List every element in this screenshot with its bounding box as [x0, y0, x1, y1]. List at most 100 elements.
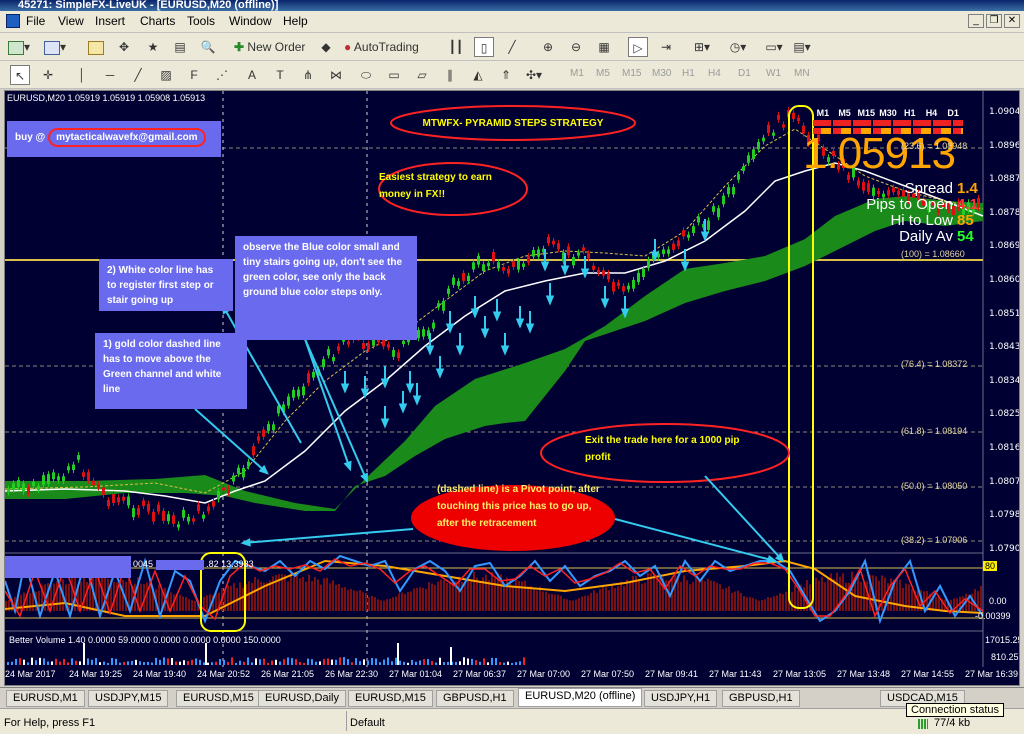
trendline-icon[interactable]: ╱	[128, 65, 148, 85]
oscillator-bar	[233, 583, 235, 611]
candle	[117, 497, 120, 503]
chart-properties-icon[interactable]: ▤▾	[792, 37, 812, 57]
tab-gbpusd-h1[interactable]: GBPUSD,H1	[436, 690, 514, 707]
tf-m30[interactable]: M30	[652, 68, 671, 79]
candlestick-icon[interactable]: ▯	[474, 37, 494, 57]
channel-icon[interactable]: ▨	[156, 65, 176, 85]
tab-gbpusd-h1[interactable]: GBPUSD,H1	[722, 690, 800, 707]
oscillator-bar	[386, 599, 388, 611]
zoom-out-icon[interactable]: ⊖	[566, 37, 586, 57]
gann-icon[interactable]: ⋈	[326, 65, 346, 85]
tf-m5[interactable]: M5	[596, 68, 610, 79]
tf-d1[interactable]: D1	[738, 68, 751, 79]
tab-eurusd-daily[interactable]: EURUSD,Daily	[258, 690, 346, 707]
arrow-head	[445, 323, 455, 334]
metaeditor-icon[interactable]: ◆	[316, 37, 336, 57]
fibonacci-icon[interactable]: F	[184, 65, 204, 85]
vertical-line-icon[interactable]: │	[72, 65, 92, 85]
chart-window[interactable]: EURUSD,M20 1.05919 1.05919 1.05908 1.059…	[4, 90, 1020, 686]
candle	[297, 389, 300, 397]
menu-window[interactable]: Window	[229, 14, 272, 28]
tf-m15[interactable]: M15	[622, 68, 641, 79]
periods-icon[interactable]: ◷▾	[728, 37, 748, 57]
oscillator-bar	[350, 588, 352, 611]
close-icon[interactable]: ✕	[1004, 14, 1020, 28]
volume-bar	[339, 657, 341, 665]
autotrading-button[interactable]: ● AutoTrading	[344, 37, 419, 57]
templates-icon[interactable]: ▭▾	[764, 37, 784, 57]
volume-bar	[183, 660, 185, 665]
oscillator-bar	[758, 600, 760, 611]
candle	[152, 511, 155, 522]
menu-insert[interactable]: Insert	[95, 14, 125, 28]
andrews-pitchfork-icon[interactable]: ⋔	[298, 65, 318, 85]
market-watch-icon[interactable]	[86, 37, 106, 57]
menu-file[interactable]: File	[26, 14, 45, 28]
candle	[502, 267, 505, 271]
candle	[337, 346, 340, 351]
minimize-icon[interactable]: _	[968, 14, 984, 28]
volume-bar	[47, 661, 49, 665]
arrows-icon[interactable]: ✣▾	[524, 65, 544, 85]
cursor-icon[interactable]: ↖	[10, 65, 30, 85]
navigator-icon[interactable]: ★	[143, 37, 163, 57]
email-link[interactable]: mytacticalwavefx@gmail.com	[48, 128, 206, 147]
candle	[492, 252, 495, 262]
data-window-icon[interactable]: ✥	[114, 37, 134, 57]
menu-help[interactable]: Help	[283, 14, 308, 28]
arrow-up-icon[interactable]: ⇑	[496, 65, 516, 85]
volume-bar	[27, 662, 29, 665]
tf-h1[interactable]: H1	[682, 68, 695, 79]
volume-bar	[63, 659, 65, 665]
tf-m1[interactable]: M1	[570, 68, 584, 79]
crosshair-icon[interactable]: ✛	[38, 65, 58, 85]
oscillator-bar	[833, 579, 835, 611]
arrow-head	[412, 395, 422, 406]
triangle-icon[interactable]: ◭	[468, 65, 488, 85]
autoscroll-icon[interactable]: ▷	[628, 37, 648, 57]
text-icon[interactable]: A	[242, 65, 262, 85]
tab-eurusd-m15[interactable]: EURUSD,M15	[348, 690, 433, 707]
label-icon[interactable]: T	[270, 65, 290, 85]
new-chart-icon[interactable]: ▾	[8, 37, 30, 57]
horizontal-line-icon[interactable]: ─	[100, 65, 120, 85]
line-chart-icon[interactable]: ╱	[502, 37, 522, 57]
rectangle-icon[interactable]: ▭	[384, 65, 404, 85]
regression-icon[interactable]: ▱	[412, 65, 432, 85]
volume-bars	[7, 643, 525, 665]
menu-tools[interactable]: Tools	[187, 14, 215, 28]
menu-charts[interactable]: Charts	[140, 14, 175, 28]
time-axis-label: 27 Mar 07:00	[517, 669, 571, 679]
tf-mn[interactable]: MN	[794, 68, 810, 79]
bar-chart-icon[interactable]: ┃┃	[446, 37, 466, 57]
oscillator-bar	[341, 587, 343, 611]
candle	[622, 286, 625, 292]
tile-windows-icon[interactable]: ▦	[594, 37, 614, 57]
oscillator-bar	[188, 599, 190, 611]
indicators-icon[interactable]: ⊞▾	[692, 37, 712, 57]
tab-usdjpy-m15[interactable]: USDJPY,M15	[88, 690, 169, 707]
fibo-fan-icon[interactable]: ⋰	[212, 65, 232, 85]
chart-shift-icon[interactable]: ⇥	[656, 37, 676, 57]
oscillator-bar	[770, 597, 772, 611]
strategy-tester-icon[interactable]: 🔍	[198, 37, 218, 57]
tab-eurusd-m1[interactable]: EURUSD,M1	[6, 690, 85, 707]
candle	[757, 141, 760, 150]
volume-bar	[523, 657, 525, 665]
app-icon[interactable]	[6, 14, 20, 28]
tf-h4[interactable]: H4	[708, 68, 721, 79]
tf-w1[interactable]: W1	[766, 68, 781, 79]
ellipse-icon[interactable]: ⬭	[356, 65, 376, 85]
zoom-in-icon[interactable]: ⊕	[538, 37, 558, 57]
terminal-icon[interactable]: ▤	[170, 37, 190, 57]
cycle-lines-icon[interactable]: ∥	[440, 65, 460, 85]
restore-icon[interactable]: ❐	[986, 14, 1002, 28]
chart-tabs: EURUSD,M1 USDJPY,M15 EURUSD,M15 EURUSD,Dail…	[0, 687, 1024, 707]
new-order-button[interactable]: ✚ New Order	[234, 37, 305, 57]
easiest-text: Easiest strategy to earn money in FX!!	[379, 172, 492, 200]
tab-eurusd-m15[interactable]: EURUSD,M15	[176, 690, 261, 707]
profiles-icon[interactable]: ▾	[44, 37, 66, 57]
tab-usdjpy-h1[interactable]: USDJPY,H1	[644, 690, 718, 707]
tab-eurusd-m20-offline-[interactable]: EURUSD,M20 (offline)	[518, 688, 643, 707]
menu-view[interactable]: View	[58, 14, 84, 28]
